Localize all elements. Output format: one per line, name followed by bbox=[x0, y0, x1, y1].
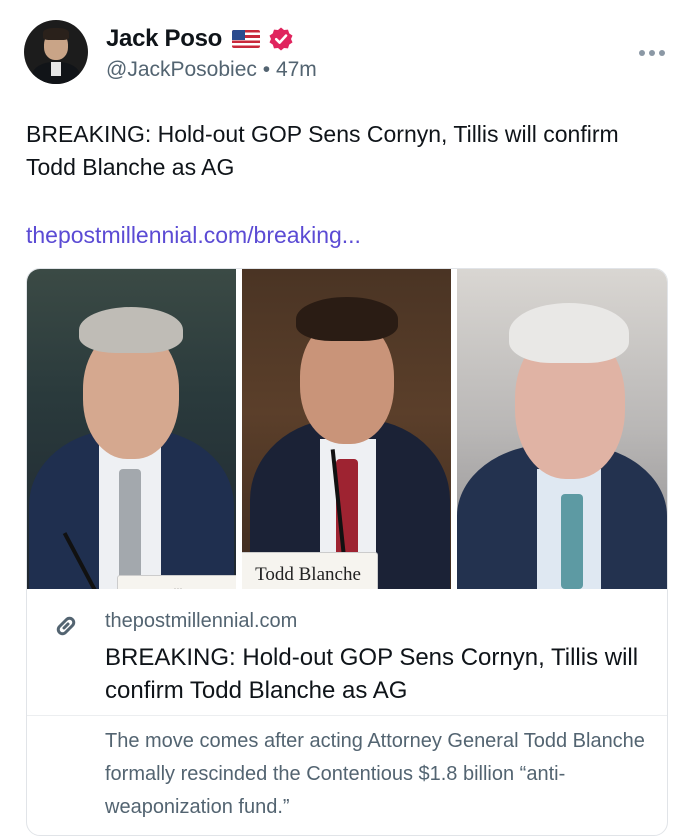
dot-separator: • bbox=[262, 58, 271, 81]
avatar[interactable] bbox=[24, 20, 88, 84]
avatar-hair bbox=[43, 28, 69, 40]
nameplate-center: Todd Blanche bbox=[242, 552, 378, 589]
card-domain[interactable]: thepostmillennial.com bbox=[105, 610, 297, 633]
post-link[interactable]: thepostmillennial.com/breaking... bbox=[26, 222, 361, 249]
card-divider bbox=[27, 715, 667, 716]
card-meta[interactable]: thepostmillennial.com BREAKING: Hold-out… bbox=[27, 589, 667, 835]
card-description: The move comes after acting Attorney Gen… bbox=[105, 730, 645, 818]
photo-center: Todd Blanche bbox=[242, 269, 451, 589]
link-preview-card[interactable]: ... Todd Blanche thepostmillennial.com B… bbox=[26, 268, 668, 836]
link-icon bbox=[56, 616, 76, 636]
avatar-collar bbox=[51, 62, 61, 76]
post[interactable]: Jack Poso @JackPosobiec • 47m BREAKING: … bbox=[0, 0, 693, 840]
post-text: BREAKING: Hold-out GOP Sens Cornyn, Till… bbox=[26, 121, 619, 180]
author-name[interactable]: Jack Poso bbox=[106, 25, 222, 53]
post-time[interactable]: 47m bbox=[276, 58, 317, 81]
card-image[interactable]: ... Todd Blanche bbox=[27, 269, 667, 589]
nameplate-left: ... bbox=[117, 575, 236, 589]
photo-left: ... bbox=[27, 269, 236, 589]
photo-right bbox=[457, 269, 667, 589]
author-row: Jack Poso bbox=[106, 22, 294, 56]
verified-badge-icon bbox=[269, 27, 293, 51]
handle-row: @JackPosobiec • 47m bbox=[106, 58, 317, 82]
more-options-icon[interactable] bbox=[639, 48, 665, 58]
us-flag-icon bbox=[232, 30, 261, 48]
card-title[interactable]: BREAKING: Hold-out GOP Sens Cornyn, Till… bbox=[105, 641, 645, 707]
author-handle[interactable]: @JackPosobiec bbox=[106, 58, 257, 81]
